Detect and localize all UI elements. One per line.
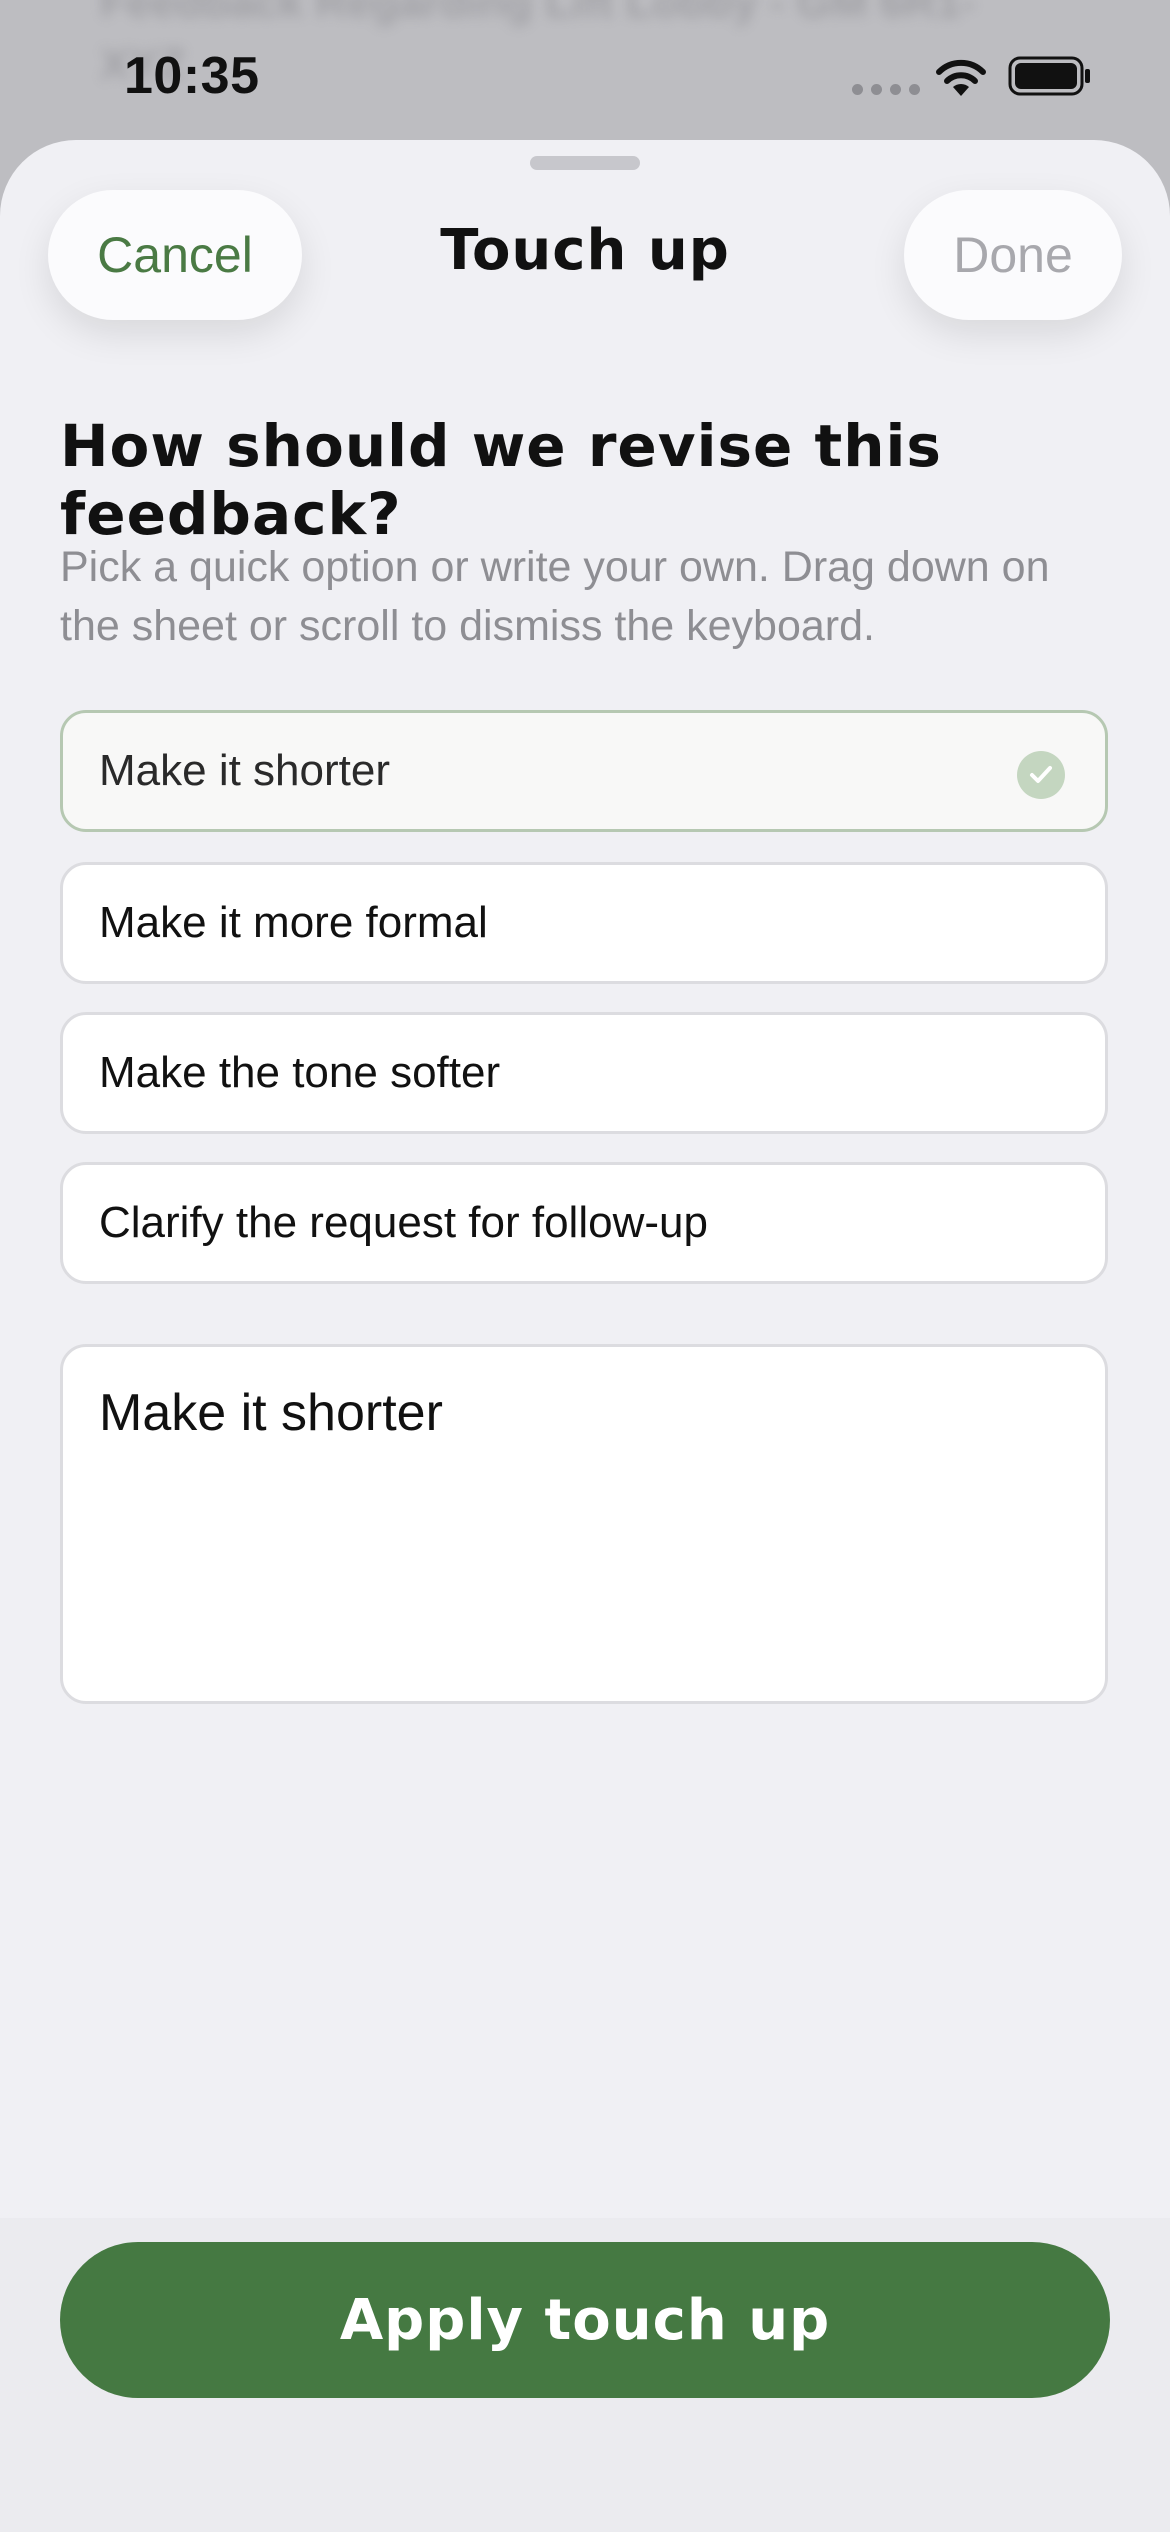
instruction-text: Pick a quick option or write your own. D…: [60, 543, 1050, 650]
option-label: Make the tone softer: [99, 1048, 501, 1097]
option-make-shorter[interactable]: Make it shorter: [60, 710, 1108, 832]
checkmark-icon: [1017, 751, 1065, 799]
sheet-grabber[interactable]: [530, 156, 640, 170]
apply-touch-up-button[interactable]: Apply touch up: [60, 2242, 1110, 2398]
option-tone-softer[interactable]: Make the tone softer: [60, 1012, 1108, 1134]
status-time: 10:35: [124, 47, 260, 105]
option-clarify-request[interactable]: Clarify the request for follow-up: [60, 1162, 1108, 1284]
custom-instruction-input[interactable]: Make it shorter: [60, 1344, 1108, 1704]
option-label: Clarify the request for follow-up: [99, 1198, 708, 1247]
option-label: Make it shorter: [99, 746, 390, 795]
wifi-icon: [936, 59, 986, 96]
touch-up-sheet: Cancel Touch up Done How should we revis…: [0, 140, 1170, 2532]
cellular-signal-icon: [852, 84, 920, 95]
option-label: Make it more formal: [99, 898, 488, 947]
status-bar: 10:35: [0, 0, 1170, 140]
done-button[interactable]: Done: [904, 190, 1122, 320]
footer-bar: Apply touch up: [0, 2218, 1170, 2532]
question-heading: How should we revise this feedback?: [60, 412, 942, 548]
battery-icon: [1008, 56, 1090, 96]
option-more-formal[interactable]: Make it more formal: [60, 862, 1108, 984]
